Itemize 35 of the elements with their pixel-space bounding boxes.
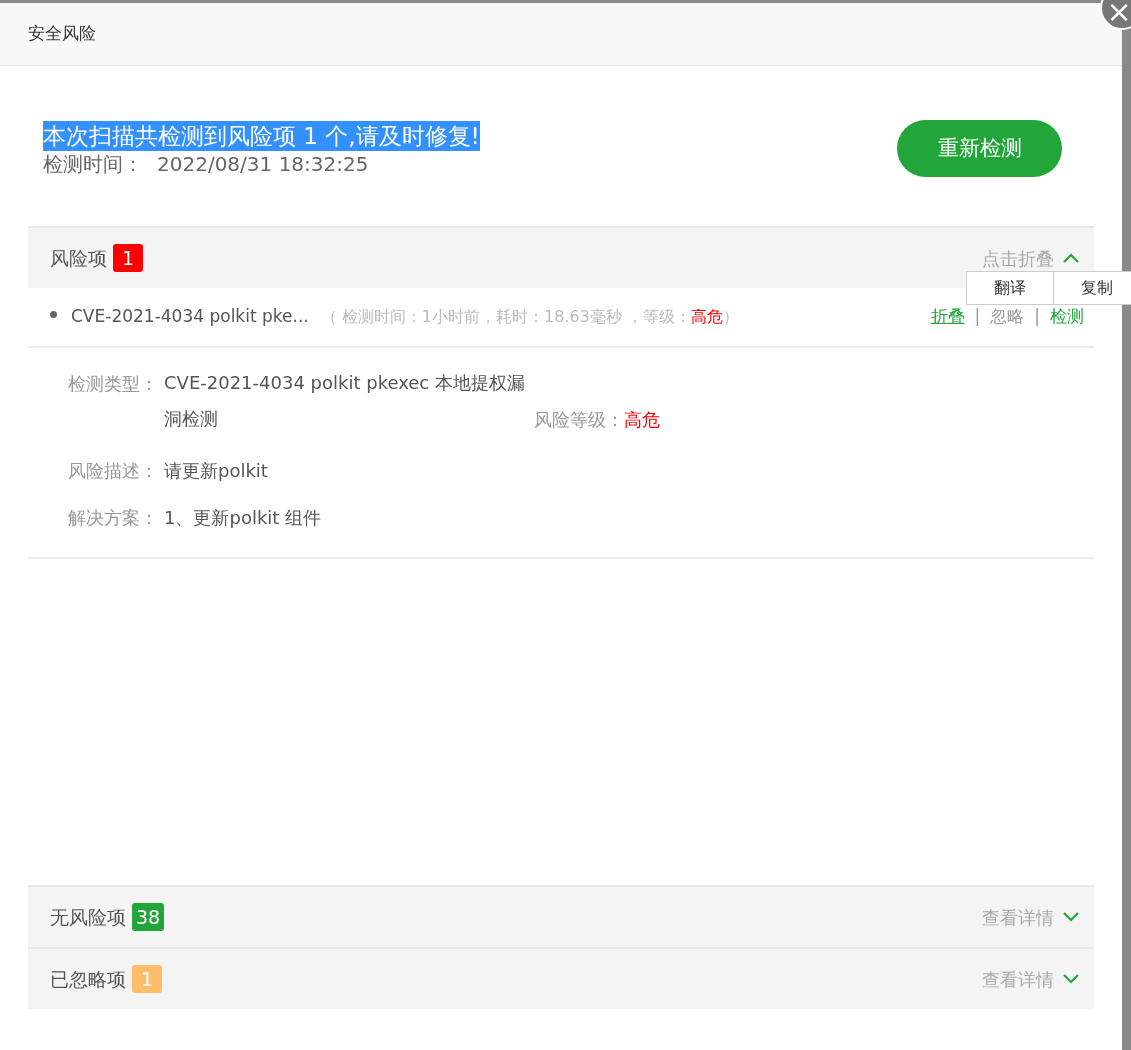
detail-value: 1、更新polkit 组件: [164, 506, 322, 530]
separator: |: [1034, 305, 1040, 329]
detail-label: 风险等级：: [534, 408, 624, 432]
scan-summary: 本次扫描共检测到风险项 1 个,请及时修复!: [43, 120, 480, 151]
chevron-down-icon: [1062, 973, 1080, 985]
close-button[interactable]: ×: [1100, 0, 1131, 30]
item-name[interactable]: CVE-2021-4034 polkit pke...: [71, 304, 309, 330]
item-meta: （ 检测时间：1小时前，耗时：18.63毫秒 ，等级：: [320, 306, 691, 328]
count-badge: 38: [132, 903, 165, 931]
action-link[interactable]: 检测: [1050, 304, 1084, 330]
time-label: 检测时间：: [43, 150, 143, 177]
scan-time: 2022/08/31 18:32:25: [157, 150, 369, 177]
section-title: 风险项: [50, 245, 107, 271]
detail-label: 风险描述：: [68, 459, 159, 483]
chevron-down-icon: [1062, 911, 1080, 923]
risk-level: 高危: [690, 306, 723, 328]
detail-label: 检测类型：: [68, 372, 159, 396]
section-title: 已忽略项: [50, 966, 126, 992]
count-badge: 1: [113, 244, 143, 272]
section-header[interactable]: 无风险项 38 查看详情: [28, 885, 1094, 947]
section-header[interactable]: 已忽略项 1 查看详情: [28, 947, 1094, 1009]
dialog-title: 安全风险: [28, 22, 96, 46]
section-title: 无风险项: [50, 904, 126, 930]
rescan-button[interactable]: 重新检测: [897, 120, 1062, 177]
action-link[interactable]: 忽略: [990, 304, 1025, 330]
bullet-icon: [50, 310, 57, 318]
chevron-up-icon: [1062, 252, 1080, 264]
separator: |: [974, 305, 981, 329]
risk-level: 高危: [624, 408, 660, 432]
action-link[interactable]: 折叠: [930, 304, 965, 330]
item-meta-end: ）: [722, 306, 739, 328]
count-badge: 1: [132, 965, 162, 993]
detail-value: CVE-2021-4034 polkit pkexec 本地提权漏洞检测: [164, 371, 526, 431]
detail-label: 解决方案：: [68, 506, 159, 530]
detail-value: 请更新polkit: [164, 459, 268, 483]
